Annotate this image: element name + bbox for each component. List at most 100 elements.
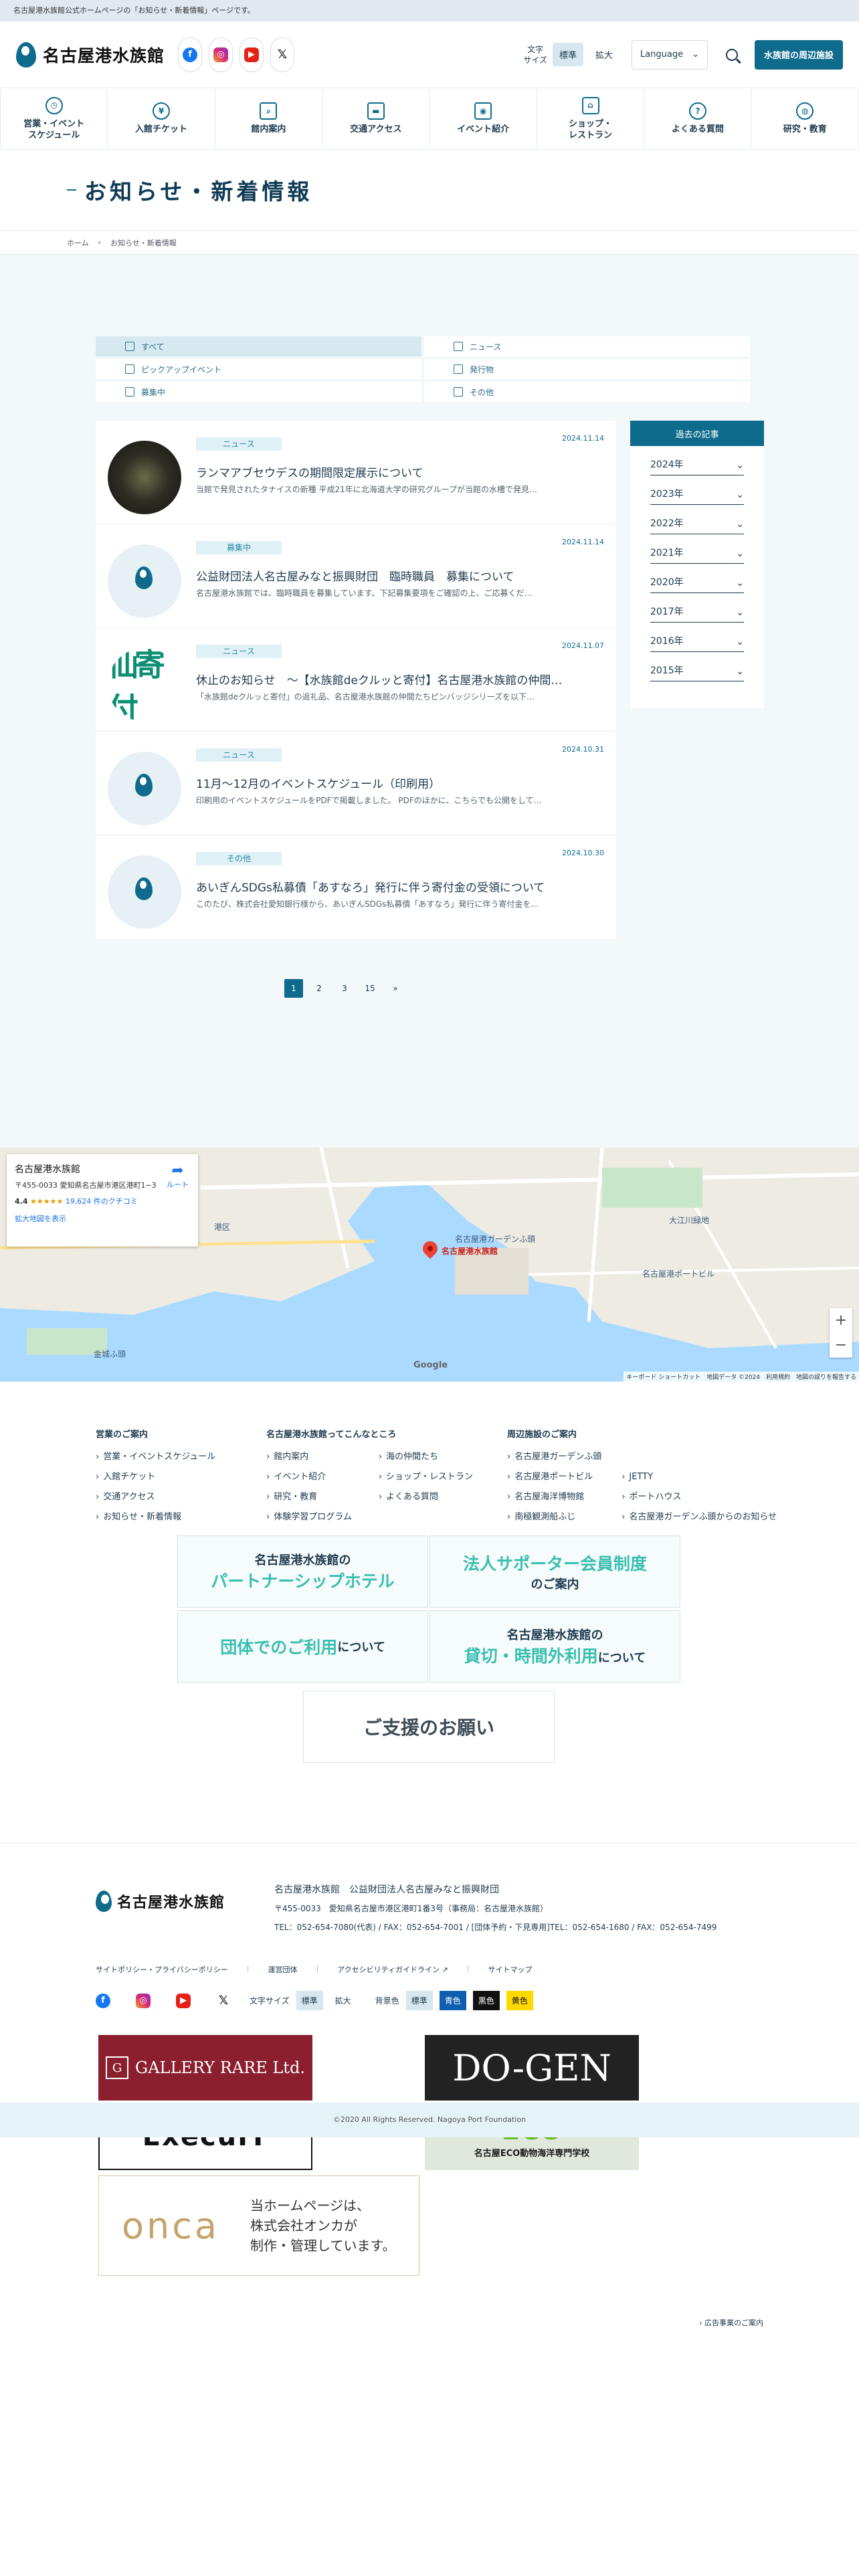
footer-link[interactable]: 南極観測船ふじ xyxy=(507,1507,601,1527)
filter-pickup-events[interactable]: ピックアップイベント xyxy=(96,359,421,379)
x-link[interactable]: 𝕏 xyxy=(270,37,295,72)
news-item[interactable]: ニュース 2024.11.14 ランマアブセウデスの期間限定展示について 当館で… xyxy=(96,421,616,524)
sponsor-gallery-rare[interactable]: G GALLERY RARE Ltd. xyxy=(98,2035,312,2101)
map-footer[interactable]: キーボード ショートカット 地図データ ©2024 利用規約 地図の誤りを報告す… xyxy=(624,1372,859,1382)
news-item[interactable]: 募集中 2024.11.14 公益財団法人名古屋みなと振興財団 臨時職員 募集に… xyxy=(96,524,616,628)
yen-icon: ¥ xyxy=(153,102,171,120)
bg-yellow-button[interactable]: 黄色 xyxy=(506,1991,533,2010)
archive-year-select[interactable]: 2015年 ⌄ xyxy=(650,652,744,681)
page-link-current[interactable]: 1 xyxy=(284,979,303,998)
zoom-out-button[interactable]: − xyxy=(835,1337,847,1354)
sponsor-onca[interactable]: onca 当ホームページは、 株式会社オンカが 制作・管理しています。 xyxy=(98,2175,419,2276)
footer-link[interactable]: ショップ・レストラン xyxy=(379,1467,473,1487)
bg-standard-button[interactable]: 標準 xyxy=(405,1991,433,2010)
breadcrumb: ホーム › お知らせ・新着情報 xyxy=(0,230,859,254)
archive-year-select[interactable]: 2022年 ⌄ xyxy=(650,505,744,534)
nav-events[interactable]: ◉ イベント紹介 xyxy=(430,88,537,149)
archive-year-select[interactable]: 2024年 ⌄ xyxy=(650,446,744,475)
google-map[interactable]: 港区 名古屋港ポートビル 大江川緑地 名古屋港ガーデンふ頭 金城ふ頭 名古屋港水… xyxy=(0,1148,859,1382)
filter-all[interactable]: すべて xyxy=(96,336,421,356)
site-logo[interactable]: 名古屋港水族館 xyxy=(16,41,165,68)
footer-link[interactable]: 営業・イベントスケジュール xyxy=(96,1447,266,1467)
pagination: 1 2 3 15 » xyxy=(284,979,405,998)
footer-link[interactable]: JETTY xyxy=(622,1467,777,1487)
map-reviews-link[interactable]: 19,624 件のクチコミ xyxy=(66,1197,138,1206)
font-size-standard-button[interactable]: 標準 xyxy=(296,1991,323,2010)
bg-blue-button[interactable]: 青色 xyxy=(439,1991,466,2010)
youtube-link[interactable]: ▶ xyxy=(240,37,264,72)
footer-link[interactable]: 研究・教育 xyxy=(266,1487,352,1507)
facebook-link[interactable]: f xyxy=(96,1993,110,2008)
x-icon: 𝕏 xyxy=(218,1994,229,2008)
archive-year-select[interactable]: 2016年 ⌄ xyxy=(650,623,744,652)
archive-year-select[interactable]: 2017年 ⌄ xyxy=(650,593,744,623)
zoom-in-button[interactable]: + xyxy=(835,1312,847,1329)
news-excerpt: 名古屋港水族館では、臨時職員を募集しています。下記募集要項をご確認の上、ご応募く… xyxy=(196,588,533,598)
support-request-banner[interactable]: ご支援のお願い xyxy=(303,1691,555,1763)
nav-shop[interactable]: ⌂ ショップ・ レストラン xyxy=(537,88,645,149)
footer-link[interactable]: 入館チケット xyxy=(96,1467,266,1487)
filter-recruiting[interactable]: 募集中 xyxy=(96,382,421,402)
footer-link[interactable]: 名古屋海洋博物館 xyxy=(507,1487,601,1507)
nav-access[interactable]: ▬ 交通アクセス xyxy=(322,88,430,149)
filter-news[interactable]: ニュース xyxy=(424,336,750,356)
font-size-large-button[interactable]: 拡大 xyxy=(589,43,619,66)
next-page-link[interactable]: » xyxy=(386,979,405,998)
nav-tickets[interactable]: ¥ 入館チケット xyxy=(108,88,215,149)
footer-link[interactable]: 体験学習プログラム xyxy=(266,1507,352,1527)
bg-black-button[interactable]: 黒色 xyxy=(472,1991,500,2010)
font-size-standard-button[interactable]: 標準 xyxy=(552,43,583,66)
footer-logo[interactable]: 名古屋港水族館 xyxy=(96,1891,225,1912)
footer-link[interactable]: 館内案内 xyxy=(266,1447,352,1467)
filter-other[interactable]: その他 xyxy=(424,382,750,402)
page-link[interactable]: 2 xyxy=(310,979,328,998)
page-link[interactable]: 15 xyxy=(361,979,379,998)
corporate-supporter-banner[interactable]: 法人サポーター会員制度 のご案内 xyxy=(430,1535,680,1608)
footer-link[interactable]: 海の仲間たち xyxy=(379,1447,473,1467)
search-button[interactable] xyxy=(717,40,747,70)
larger-map-link[interactable]: 拡大地図を表示 xyxy=(15,1213,190,1224)
nav-floor-guide[interactable]: ⌕ 館内案内 xyxy=(215,88,323,149)
ad-guide-link[interactable]: › 広告事業のご案内 xyxy=(699,2317,763,2328)
map-label: 金城ふ頭 xyxy=(94,1350,126,1359)
footer-menu-link[interactable]: サイトポリシー・プライバシーポリシー xyxy=(96,1964,228,1975)
breadcrumb-home[interactable]: ホーム xyxy=(67,237,89,248)
facebook-link[interactable]: f xyxy=(178,37,203,72)
footer-link[interactable]: 名古屋港ガーデンふ頭 xyxy=(507,1447,601,1467)
footer-link[interactable]: お知らせ・新着情報 xyxy=(96,1507,266,1527)
page-link[interactable]: 3 xyxy=(335,979,354,998)
news-item[interactable]: 仙寄付 ニュース 2024.11.07 休止のお知らせ ～【水族館deクルッと寄… xyxy=(96,628,616,732)
rental-use-banner[interactable]: 名古屋港水族館の 貸切・時間外利用について xyxy=(430,1610,680,1683)
footer-link[interactable]: よくある質問 xyxy=(379,1487,473,1507)
footer-link[interactable]: ポートハウス xyxy=(622,1487,777,1507)
font-size-large-button[interactable]: 拡大 xyxy=(330,1991,357,2010)
footer-menu-link[interactable]: サイトマップ xyxy=(488,1964,532,1975)
footer-link[interactable]: 交通アクセス xyxy=(96,1487,266,1507)
route-button[interactable]: ➦ ルート xyxy=(167,1162,189,1190)
news-item[interactable]: その他 2024.10.30 あいぎんSDGs私募債「あすなろ」発行に伴う寄付金… xyxy=(96,835,616,939)
nearby-facilities-button[interactable]: 水族館の周辺施設 xyxy=(754,39,843,70)
group-use-banner[interactable]: 団体でのご利用 について xyxy=(177,1610,428,1683)
youtube-link[interactable]: ▶ xyxy=(176,1993,191,2008)
filter-publications[interactable]: 発行物 xyxy=(424,359,750,379)
document-icon xyxy=(454,342,463,351)
archive-year-select[interactable]: 2021年 ⌄ xyxy=(650,534,744,564)
footer-menu-link[interactable]: アクセシビリティガイドライン ↗ xyxy=(337,1964,448,1975)
archive-year-select[interactable]: 2020年 ⌄ xyxy=(650,564,744,593)
news-item[interactable]: ニュース 2024.10.31 11月～12月のイベントスケジュール（印刷用） … xyxy=(96,732,616,835)
instagram-link[interactable]: ◎ xyxy=(209,37,233,72)
x-link[interactable]: 𝕏 xyxy=(216,1994,231,2008)
gallery-logo-icon: G xyxy=(106,2056,129,2079)
footer-link[interactable]: 名古屋港ガーデンふ頭からのお知らせ xyxy=(622,1507,777,1527)
footer-menu-link[interactable]: 運営団体 xyxy=(268,1964,298,1975)
nav-research[interactable]: ◍ 研究・教育 xyxy=(752,88,859,149)
nav-schedule[interactable]: ◷ 営業・イベント スケジュール xyxy=(0,88,108,149)
sponsor-dogen[interactable]: DO-GEN xyxy=(425,2035,639,2101)
nav-faq[interactable]: ? よくある質問 xyxy=(644,88,752,149)
archive-year-select[interactable]: 2023年 ⌄ xyxy=(650,475,744,505)
footer-link[interactable]: イベント紹介 xyxy=(266,1467,352,1487)
footer-link[interactable]: 名古屋港ポートビル xyxy=(507,1467,601,1487)
instagram-link[interactable]: ◎ xyxy=(136,1993,151,2008)
partnership-hotel-banner[interactable]: 名古屋港水族館の パートナーシップホテル xyxy=(177,1535,428,1608)
language-select[interactable]: Language ⌄ xyxy=(631,39,708,70)
